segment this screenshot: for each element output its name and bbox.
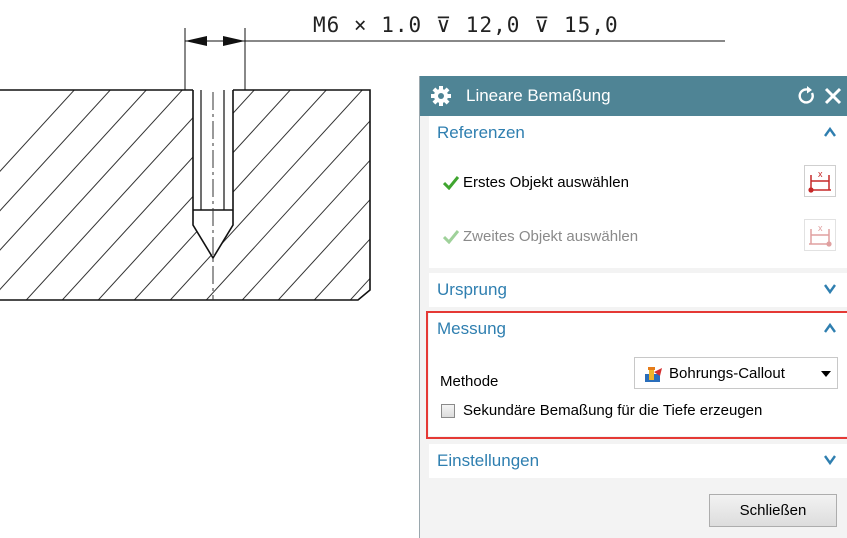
checkmark-icon — [443, 176, 459, 190]
second-object-row[interactable]: Zweites Objekt auswählen x — [429, 217, 839, 257]
section-messung: Messung Methode Bohrungs-Callout Sekundä… — [429, 312, 847, 436]
chevron-down-icon — [824, 455, 836, 466]
secondary-dimension-label: Sekundäre Bemaßung für die Tiefe erzeuge… — [463, 402, 763, 419]
chevron-up-icon — [824, 126, 836, 137]
checkmark-icon — [443, 230, 459, 244]
secondary-dimension-option[interactable]: Sekundäre Bemaßung für die Tiefe erzeuge… — [439, 401, 839, 425]
hole-callout-icon — [645, 367, 662, 382]
second-object-label: Zweites Objekt auswählen — [463, 228, 639, 245]
section-header-messung[interactable]: Messung — [429, 312, 839, 346]
section-einstellungen: Einstellungen — [429, 444, 847, 478]
method-dropdown[interactable]: Bohrungs-Callout — [634, 357, 838, 389]
section-header-ursprung[interactable]: Ursprung — [429, 273, 839, 307]
dialog-titlebar: Lineare Bemaßung — [420, 76, 847, 116]
chevron-up-icon — [824, 322, 836, 333]
select-first-object-button[interactable]: x — [804, 165, 836, 197]
section-ursprung: Ursprung — [429, 273, 847, 307]
section-header-referenzen[interactable]: Referenzen — [429, 116, 839, 150]
dialog-title: Lineare Bemaßung — [466, 86, 611, 105]
svg-text:x: x — [818, 223, 823, 233]
svg-text:x: x — [818, 169, 823, 179]
first-object-row[interactable]: Erstes Objekt auswählen x — [429, 163, 839, 203]
linear-dimension-dialog: Lineare Bemaßung Referenzen Erstes Objek… — [419, 76, 847, 538]
section-title-messung: Messung — [437, 319, 506, 338]
section-referenzen: Referenzen Erstes Objekt auswählen x Zwe… — [429, 116, 847, 268]
first-object-label: Erstes Objekt auswählen — [463, 174, 629, 191]
secondary-dimension-checkbox[interactable] — [441, 404, 455, 418]
section-title-einstellungen: Einstellungen — [437, 451, 540, 470]
method-value: Bohrungs-Callout — [669, 365, 785, 382]
chevron-down-icon — [824, 284, 836, 295]
dimension-select-icon: x — [809, 223, 832, 247]
section-title-ursprung: Ursprung — [437, 280, 507, 299]
section-header-einstellungen[interactable]: Einstellungen — [429, 444, 839, 478]
close-button[interactable]: Schließen — [709, 494, 837, 527]
reset-icon[interactable] — [796, 85, 818, 107]
method-label: Methode — [440, 373, 499, 390]
thread-callout-text: M6 × 1.0 ⊽ 12,0 ⊽ 15,0 — [313, 13, 619, 37]
dimension-select-icon: x — [808, 169, 831, 193]
section-title-referenzen: Referenzen — [437, 123, 525, 142]
select-second-object-button[interactable]: x — [804, 219, 836, 251]
dropdown-arrow-icon — [821, 371, 831, 377]
close-icon[interactable] — [822, 85, 844, 107]
gear-icon — [431, 86, 451, 106]
